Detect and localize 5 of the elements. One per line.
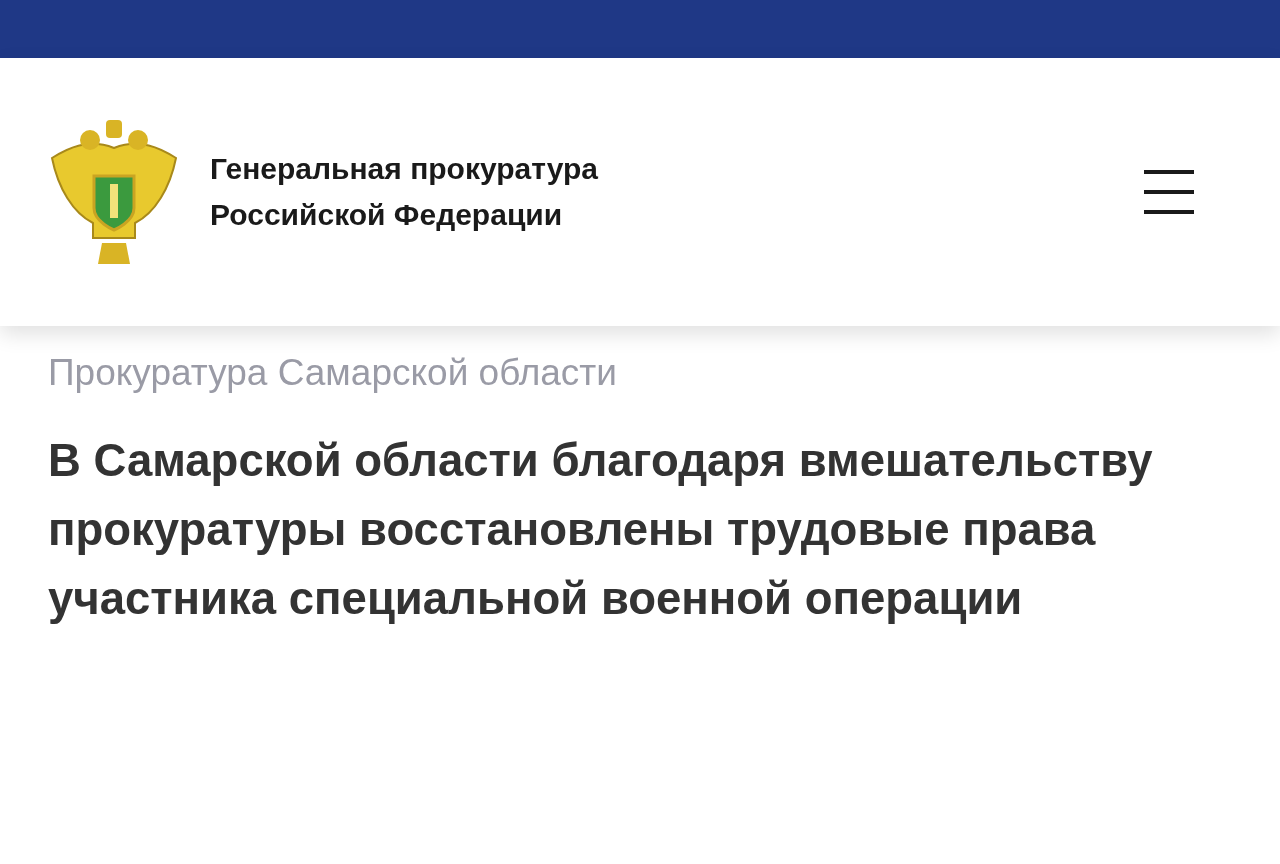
- site-title: Российской Федерации: [210, 197, 564, 233]
- breadcrumb-link[interactable]: Прокуратура Самарской области: [48, 348, 1232, 398]
- menu-icon[interactable]: [1144, 170, 1194, 214]
- article-headline: В Самарской области благодаря вмешательству прокуратуры восстановлены трудовые права участника специальной военной операции: [48, 434, 1154, 626]
- site-title: Генеральная прокуратура: [210, 151, 598, 187]
